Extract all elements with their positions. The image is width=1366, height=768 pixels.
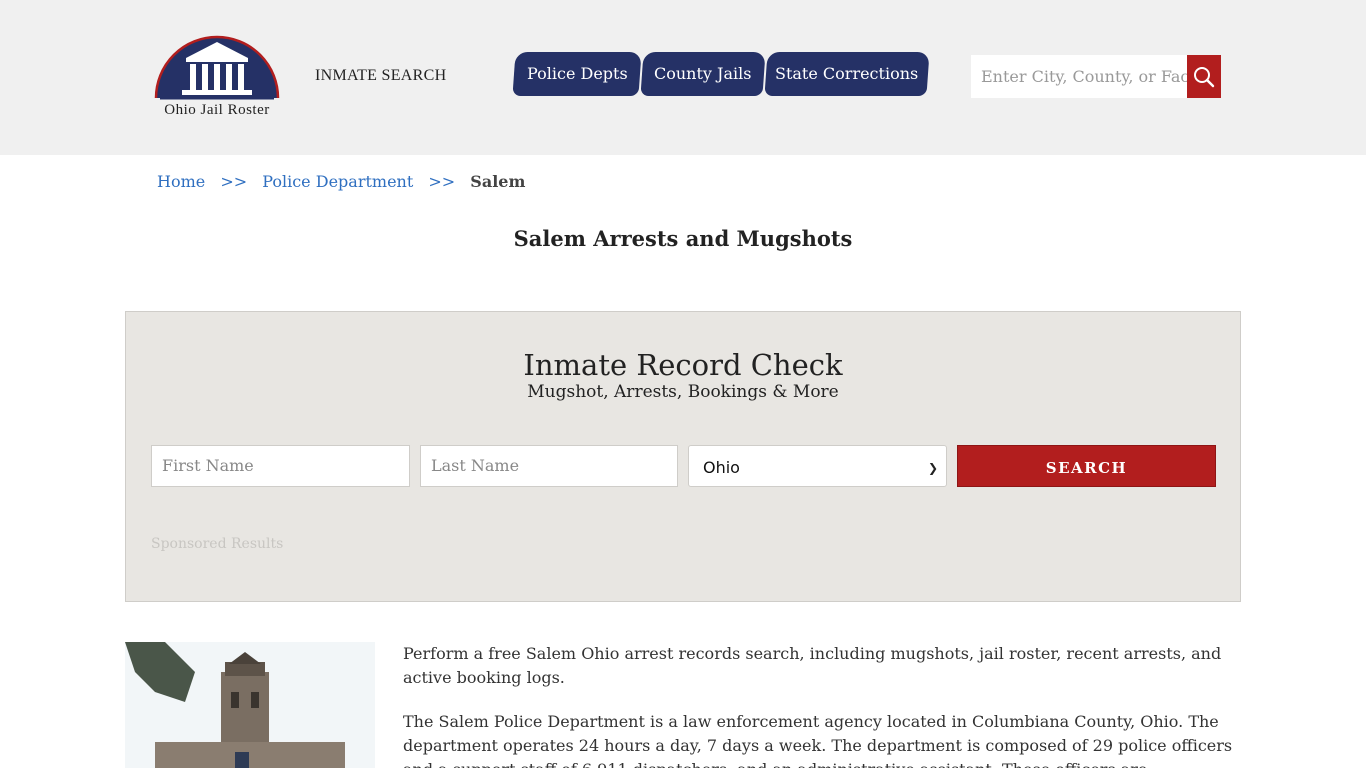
site-logo[interactable]: Ohio Jail Roster	[146, 32, 288, 124]
breadcrumb-separator: >>	[428, 172, 456, 191]
site-header: Ohio Jail Roster INMATE SEARCH Police De…	[0, 0, 1366, 155]
chevron-down-icon: ❯	[927, 461, 938, 475]
nav-county-jails[interactable]: County Jails	[640, 52, 766, 96]
breadcrumb-current: Salem	[470, 172, 526, 191]
salem-building-photo	[125, 642, 375, 768]
nav-police-depts[interactable]: Police Depts	[512, 52, 642, 96]
location-search-input[interactable]: Enter City, County, or Facility	[971, 55, 1187, 98]
location-search-button[interactable]	[1187, 55, 1221, 98]
logo-text: Ohio Jail Roster	[164, 102, 270, 118]
state-select-value: Ohio	[703, 458, 740, 477]
description-paragraph: The Salem Police Department is a law enf…	[403, 712, 1233, 768]
sponsored-results-label: Sponsored Results	[151, 536, 284, 552]
state-select[interactable]: Ohio ❯	[688, 445, 947, 487]
breadcrumb-separator: >>	[220, 172, 248, 191]
inmate-record-check-panel: Inmate Record Check Mugshot, Arrests, Bo…	[125, 311, 1241, 602]
page-title: Salem Arrests and Mugshots	[513, 226, 853, 251]
inmate-search-link[interactable]: INMATE SEARCH	[315, 67, 446, 85]
panel-subtitle: Mugshot, Arrests, Bookings & More	[527, 382, 839, 402]
first-name-input[interactable]: First Name	[151, 445, 410, 487]
capitol-building-icon	[154, 35, 280, 100]
breadcrumb-home[interactable]: Home	[157, 172, 205, 191]
breadcrumb-police-department[interactable]: Police Department	[262, 172, 413, 191]
breadcrumb: Home >> Police Department >> Salem	[157, 172, 525, 191]
nav-state-corrections[interactable]: State Corrections	[764, 52, 930, 96]
last-name-input[interactable]: Last Name	[420, 445, 678, 487]
panel-title: Inmate Record Check	[523, 348, 843, 382]
record-search-button[interactable]: SEARCH	[957, 445, 1216, 487]
intro-paragraph: Perform a free Salem Ohio arrest records…	[403, 644, 1222, 687]
search-icon	[1194, 66, 1215, 87]
